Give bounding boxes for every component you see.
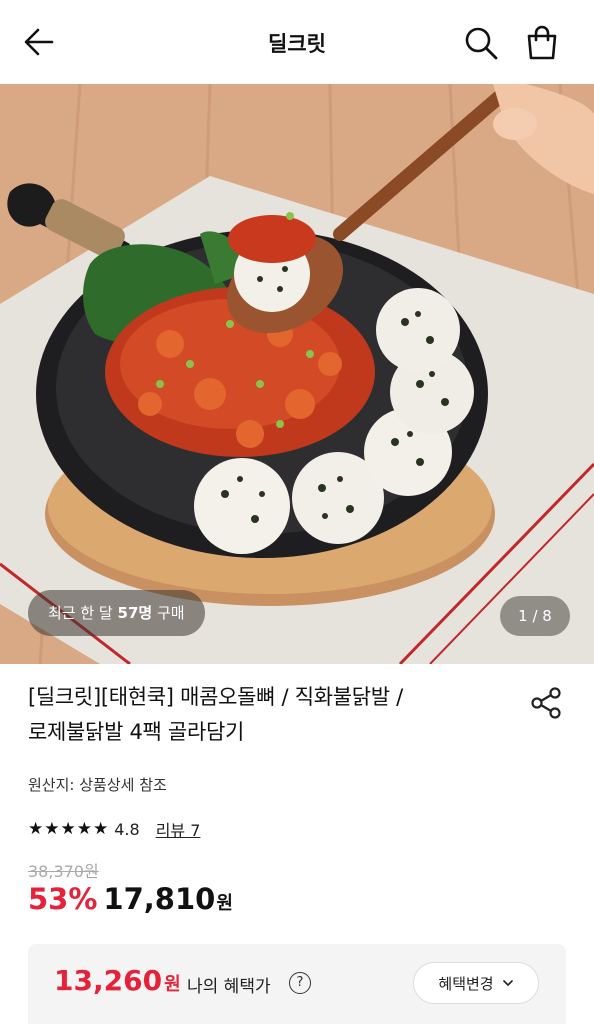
product-title: [딜크릿][태현쿡] 매콤오돌뼈 / 직화불닭발 / 로제불닭발 4팩 골라담기 — [28, 680, 498, 750]
sale-price: 17,810 — [103, 882, 216, 916]
star-icon: ★ — [93, 819, 109, 839]
star-icon: ★ — [76, 819, 92, 839]
rating-value: 4.8 — [114, 819, 140, 839]
original-price: 38,370원 — [28, 862, 99, 881]
star-icon: ★ — [44, 819, 60, 839]
recent-purchase-badge: 최근 한 달 57명 구매 — [28, 590, 205, 636]
question-circle-icon[interactable]: ? — [289, 972, 311, 994]
discount-rate: 53% — [28, 882, 98, 916]
store-title: 딜크릿 — [268, 32, 326, 56]
product-title-line-1: [딜크릿][태현쿡] 매콤오돌뼈 / 직화불닭발 / — [28, 685, 403, 709]
sale-price-unit: 원 — [216, 893, 233, 914]
review-link[interactable]: 리뷰 7 — [156, 817, 201, 841]
change-benefit-button[interactable]: 혜택변경 — [413, 962, 539, 1004]
product-title-line-2: 로제불닭발 4팩 골라담기 — [28, 720, 245, 744]
benefit-price: 13,260 원 — [54, 964, 181, 997]
product-image[interactable] — [0, 84, 594, 664]
origin-info: 원산지: 상품상세 참조 — [28, 776, 167, 794]
benefit-amount: 13,260 — [54, 964, 163, 997]
price-row: 53% 17,810 원 — [28, 882, 233, 916]
shopping-bag-icon[interactable] — [523, 24, 561, 62]
rating-row: ★ ★ ★ ★ ★ 4.8 리뷰 7 — [28, 816, 200, 842]
star-icon: ★ — [60, 819, 76, 839]
star-icon: ★ — [28, 819, 44, 839]
chevron-down-icon — [502, 980, 513, 986]
benefit-label: 나의 혜택가 — [187, 977, 271, 997]
benefit-price-box: 13,260 원 나의 혜택가 ? 혜택변경 — [28, 944, 566, 1024]
benefit-unit: 원 — [164, 974, 181, 995]
purchase-prefix: 최근 한 달 — [48, 604, 118, 622]
rating-stars: ★ ★ ★ ★ ★ — [28, 819, 108, 839]
search-icon[interactable] — [462, 24, 500, 62]
purchase-count: 57명 — [117, 604, 153, 622]
image-page-indicator: 1 / 8 — [500, 596, 570, 636]
top-app-bar: 딜크릿 — [0, 0, 594, 84]
share-icon[interactable] — [528, 685, 564, 721]
purchase-suffix: 구매 — [152, 604, 185, 622]
change-benefit-label: 혜택변경 — [438, 974, 494, 993]
